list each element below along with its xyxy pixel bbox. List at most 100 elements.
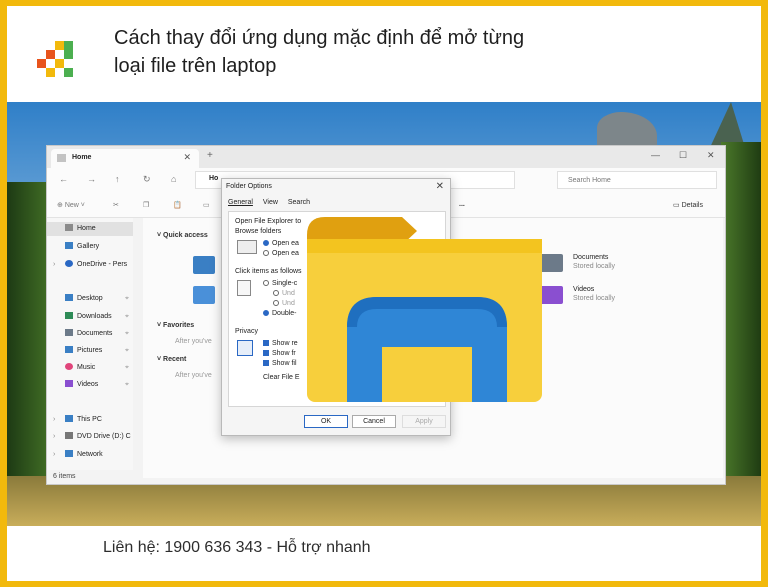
cut-icon[interactable]: ✂	[113, 201, 119, 209]
pictures-folder-icon[interactable]	[193, 286, 215, 304]
page-title: Cách thay đổi ứng dụng mặc định để mở từ…	[114, 24, 524, 80]
forward-icon[interactable]: →	[87, 174, 96, 184]
sidebar-item-label: Documents	[77, 330, 113, 337]
click-option-double[interactable]: Double-	[263, 310, 297, 317]
dialog-close-icon[interactable]: ✕	[436, 181, 444, 192]
music-icon	[65, 363, 73, 370]
close-tab-icon[interactable]: ✕	[183, 152, 191, 163]
checkbox-icon	[263, 350, 269, 356]
library-name: Documents	[573, 254, 609, 261]
cloud-icon	[65, 260, 73, 267]
details-button[interactable]: ▭ Details	[673, 201, 703, 209]
sidebar-item-network[interactable]: › Network	[47, 448, 133, 462]
privacy-option-frequent[interactable]: Show fr	[263, 350, 296, 357]
window-close-icon[interactable]: ✕	[707, 150, 715, 161]
gallery-icon	[65, 242, 73, 249]
underline-option-2[interactable]: Und	[273, 300, 295, 307]
pin-icon: ⌖	[125, 330, 129, 337]
breadcrumb[interactable]: Ho	[209, 175, 218, 182]
background-trees-right	[721, 142, 761, 526]
sidebar-item-label: DVD Drive (D:) C	[77, 433, 131, 440]
up-icon[interactable]: ↑	[115, 174, 120, 184]
sidebar-item-this-pc[interactable]: › This PC	[47, 413, 133, 427]
pc-icon	[65, 415, 73, 422]
sidebar-item-downloads[interactable]: Downloads ⌖	[47, 310, 133, 324]
rename-icon[interactable]: ▭	[203, 201, 210, 209]
sidebar-item-label: This PC	[77, 416, 102, 423]
browse-option-2[interactable]: Open ea	[263, 250, 299, 257]
new-button[interactable]: ⊕ New ˅	[57, 201, 85, 209]
videos-icon	[539, 286, 563, 304]
privacy-option-recent[interactable]: Show re	[263, 340, 298, 347]
option-label: Double-	[272, 310, 297, 317]
option-label: Open ea	[272, 250, 299, 257]
tab-home[interactable]: Home ✕	[51, 149, 199, 168]
chevron-right-icon[interactable]: ›	[53, 448, 55, 462]
pointer-preview-icon	[237, 280, 251, 296]
sidebar-item-label: Desktop	[77, 295, 103, 302]
dialog-title: Folder Options	[226, 183, 272, 190]
sidebar-item-dvd-drive[interactable]: › DVD Drive (D:) C	[47, 430, 133, 444]
click-option-single[interactable]: Single-c	[263, 280, 297, 287]
privacy-icon	[237, 340, 253, 356]
tab-search[interactable]: Search	[288, 199, 310, 206]
more-button[interactable]: ...	[459, 201, 465, 208]
new-tab-icon[interactable]: +	[207, 150, 213, 161]
apply-button[interactable]: Apply	[402, 415, 446, 428]
library-status: Stored locally	[573, 263, 616, 270]
privacy-option-files[interactable]: Show fil	[263, 360, 297, 367]
new-label: New	[64, 202, 79, 209]
home-icon	[65, 224, 73, 231]
section-label: Quick access	[163, 232, 208, 239]
browse-preview-icon	[237, 240, 257, 254]
sidebar-item-label: Home	[77, 225, 96, 232]
refresh-icon[interactable]: ↻	[143, 174, 151, 185]
sidebar-item-gallery[interactable]: Gallery	[47, 240, 133, 254]
ok-button[interactable]: OK	[304, 415, 348, 428]
sidebar-item-videos[interactable]: Videos ⌖	[47, 378, 133, 392]
home-nav-icon[interactable]: ⌂	[171, 174, 176, 184]
open-to-label: Open File Explorer to	[235, 218, 302, 225]
sidebar-item-music[interactable]: Music ⌖	[47, 361, 133, 375]
back-icon[interactable]: ←	[59, 174, 68, 184]
minimize-icon[interactable]: —	[651, 150, 660, 160]
option-label: Und	[282, 300, 295, 307]
option-label: Show re	[272, 340, 298, 347]
section-recent[interactable]: ˅ Recent	[157, 356, 186, 363]
chevron-right-icon[interactable]: ›	[53, 258, 55, 272]
sidebar-item-pictures[interactable]: Pictures ⌖	[47, 344, 133, 358]
option-label: Show fil	[272, 360, 297, 367]
option-label: Show fr	[272, 350, 296, 357]
desktop-icon	[65, 294, 73, 301]
copy-icon[interactable]: ❐	[143, 201, 149, 209]
download-icon	[65, 312, 73, 319]
cancel-button[interactable]: Cancel	[352, 415, 396, 428]
sidebar-item-home[interactable]: Home	[47, 222, 133, 236]
tab-view[interactable]: View	[263, 199, 278, 206]
paste-icon[interactable]: 📋	[173, 201, 182, 209]
section-quick-access[interactable]: ˅ Quick access	[157, 232, 208, 239]
section-favorites[interactable]: ˅ Favorites	[157, 322, 194, 329]
chevron-right-icon[interactable]: ›	[53, 430, 55, 444]
radio-icon	[263, 240, 269, 246]
sidebar-item-label: OneDrive - Pers	[77, 261, 128, 268]
chevron-right-icon[interactable]: ›	[53, 413, 55, 427]
sidebar-item-documents[interactable]: Documents ⌖	[47, 327, 133, 341]
dvd-icon	[65, 432, 73, 439]
underline-option-1[interactable]: Und	[273, 290, 295, 297]
clear-history-label: Clear File E	[263, 374, 300, 381]
favorites-hint: After you've	[175, 338, 212, 345]
contact-footer: Liên hệ: 1900 636 343 - Hỗ trợ nhanh	[103, 539, 371, 556]
radio-icon	[263, 280, 269, 286]
sidebar-item-onedrive[interactable]: › OneDrive - Pers	[47, 258, 133, 272]
privacy-group-label: Privacy	[235, 328, 258, 335]
tab-general[interactable]: General	[228, 199, 253, 206]
search-input[interactable]: Search Home	[557, 171, 717, 189]
checkbox-icon	[263, 340, 269, 346]
home-icon	[57, 154, 66, 162]
maximize-icon[interactable]: ☐	[679, 150, 687, 161]
sidebar-item-desktop[interactable]: Desktop ⌖	[47, 292, 133, 306]
file-explorer-logo-icon	[307, 217, 542, 402]
folder-icon[interactable]	[193, 256, 215, 274]
browse-option-1[interactable]: Open ea	[263, 240, 299, 247]
